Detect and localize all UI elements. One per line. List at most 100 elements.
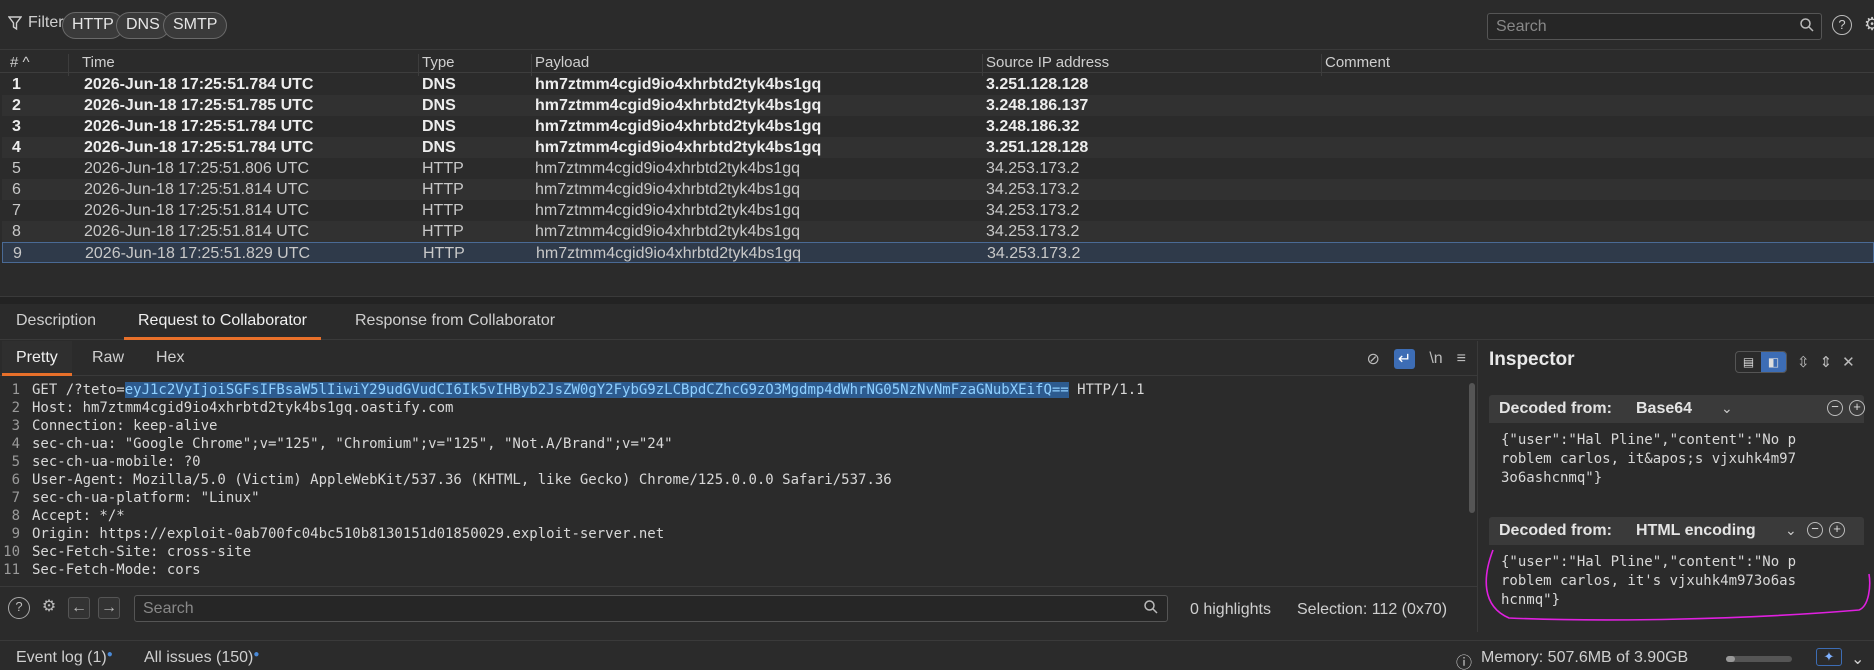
- filter-bar: Filter HTTP DNS SMTP Search ? ⚙: [0, 0, 1874, 50]
- tab-hex[interactable]: Hex: [142, 341, 198, 376]
- tab-response-from-collaborator[interactable]: Response from Collaborator: [341, 304, 569, 340]
- editor-toolbar: ⊘ ↵ \n ≡: [1367, 349, 1466, 369]
- minus-circle-icon[interactable]: −: [1807, 522, 1823, 538]
- col-header-num[interactable]: # ^: [10, 54, 30, 71]
- decoded-label: Decoded from:: [1499, 400, 1612, 417]
- memory-usage: Memory: 507.6MB of 3.90GB: [1481, 649, 1689, 666]
- back-arrow-icon[interactable]: ←: [68, 597, 90, 619]
- layout-side-icon[interactable]: ◧: [1761, 352, 1786, 372]
- col-header-payload[interactable]: Payload: [535, 54, 589, 71]
- magenta-annotation: [1485, 549, 1871, 621]
- tab-description[interactable]: Description: [2, 304, 110, 340]
- event-log-link[interactable]: Event log (1)●: [16, 649, 113, 667]
- decoded-html-header[interactable]: Decoded from: HTML encoding ⌄ − +: [1489, 517, 1864, 545]
- request-line-prefix: GET /?teto=: [32, 382, 125, 398]
- plus-circle-icon[interactable]: +: [1849, 400, 1865, 416]
- col-header-comment[interactable]: Comment: [1325, 54, 1390, 71]
- search-icon: [1144, 600, 1158, 614]
- header-line: Accept: */*: [32, 508, 125, 524]
- decoded-base64-content[interactable]: {"user":"Hal Pline","content":"No p roble…: [1489, 425, 1864, 494]
- header-line: sec-ch-ua-platform: "Linux": [32, 490, 260, 506]
- pane-splitter[interactable]: [0, 296, 1874, 304]
- collapse-icon[interactable]: ⇕: [1820, 353, 1833, 371]
- header-line: sec-ch-ua-mobile: ?0: [32, 454, 201, 470]
- wrap-lines-icon[interactable]: ↵: [1393, 349, 1416, 369]
- filter-icon: [8, 16, 22, 31]
- ai-sparkle-icon[interactable]: ✦: [1816, 648, 1842, 666]
- chevron-down-icon[interactable]: ⌄: [1851, 649, 1864, 669]
- gear-icon[interactable]: ⚙: [38, 597, 60, 619]
- filter-button[interactable]: Filter: [8, 14, 64, 32]
- plus-circle-icon[interactable]: +: [1829, 522, 1845, 538]
- table-row-selected[interactable]: 9 2026-Jun-18 17:25:51.829 UTC HTTP hm7ztmm…: [2, 242, 1874, 263]
- header-line: Connection: keep-alive: [32, 418, 218, 434]
- decoded-encoding: HTML encoding: [1636, 522, 1756, 539]
- editor-view-tabs: Pretty Raw Hex ⊘ ↵ \n ≡: [0, 341, 1478, 376]
- inspector-title: Inspector: [1489, 349, 1575, 370]
- decoded-encoding: Base64: [1636, 400, 1693, 417]
- expand-icon[interactable]: ⇳: [1797, 353, 1810, 371]
- decoded-base64-header[interactable]: Decoded from: Base64 ⌄ − +: [1489, 395, 1865, 423]
- decoded-label: Decoded from:: [1499, 522, 1612, 539]
- table-row[interactable]: 5 2026-Jun-18 17:25:51.806 UTC HTTP hm7ztmm…: [2, 158, 1874, 179]
- chevron-down-icon[interactable]: ⌄: [1721, 400, 1733, 417]
- table-row[interactable]: 3 2026-Jun-18 17:25:51.784 UTC DNS hm7ztmm4…: [2, 116, 1874, 137]
- request-editor: Pretty Raw Hex ⊘ ↵ \n ≡ 1 GET /?teto=eyJ1…: [0, 341, 1478, 632]
- inspector-panel: Inspector ▤ ◧ ⇳ ⇕ ✕ Decoded from: Base64 …: [1479, 341, 1874, 632]
- request-code[interactable]: 1 GET /?teto=eyJ1c2VyIjoiSGFsIFBsaW5lIiwi…: [0, 381, 1468, 581]
- highlights-count: 0 highlights: [1190, 601, 1271, 618]
- col-header-source-ip[interactable]: Source IP address: [986, 54, 1109, 71]
- table-search-input[interactable]: Search: [1487, 13, 1822, 40]
- newline-toggle-icon[interactable]: \n: [1429, 350, 1442, 368]
- filter-pill-http[interactable]: HTTP: [62, 12, 124, 39]
- editor-scrollbar[interactable]: [1468, 381, 1476, 581]
- request-line-suffix: HTTP/1.1: [1068, 382, 1145, 398]
- memory-bar: [1726, 656, 1792, 662]
- search-icon: [1800, 18, 1814, 32]
- detail-tabs: Description Request to Collaborator Resp…: [0, 304, 1874, 340]
- col-header-time[interactable]: Time: [82, 54, 115, 71]
- chevron-down-icon[interactable]: ⌄: [1785, 522, 1797, 539]
- header-line: Sec-Fetch-Mode: cors: [32, 562, 201, 578]
- help-icon[interactable]: ?: [1832, 15, 1852, 35]
- gear-icon[interactable]: ⚙: [1864, 14, 1874, 35]
- table-row[interactable]: 6 2026-Jun-18 17:25:51.814 UTC HTTP hm7ztmm…: [2, 179, 1874, 200]
- status-bar: Event log (1)● All issues (150)● ⓘ Memor…: [0, 640, 1874, 670]
- table-row[interactable]: 7 2026-Jun-18 17:25:51.814 UTC HTTP hm7ztmm…: [2, 200, 1874, 221]
- table-row[interactable]: 1 2026-Jun-18 17:25:51.784 UTC DNS hm7ztmm4…: [2, 74, 1874, 95]
- editor-search-input[interactable]: Search: [134, 595, 1168, 622]
- hide-nonprintable-icon[interactable]: ⊘: [1367, 349, 1380, 369]
- header-line: Sec-Fetch-Site: cross-site: [32, 544, 252, 560]
- info-icon: ⓘ: [1456, 655, 1473, 670]
- menu-icon[interactable]: ≡: [1457, 350, 1466, 368]
- header-line: Origin: https://exploit-0ab700fc04bc510b…: [32, 526, 665, 542]
- minus-circle-icon[interactable]: −: [1827, 400, 1843, 416]
- table-header: # ^ Time Type Payload Source IP address …: [0, 51, 1874, 76]
- search-placeholder: Search: [1496, 18, 1547, 35]
- header-line: Host: hm7ztmm4cgid9io4xhrbtd2tyk4bs1gq.o…: [32, 400, 454, 416]
- col-header-type[interactable]: Type: [422, 54, 455, 71]
- all-issues-link[interactable]: All issues (150)●: [144, 649, 259, 667]
- table-row[interactable]: 4 2026-Jun-18 17:25:51.784 UTC DNS hm7ztmm4…: [2, 137, 1874, 158]
- filter-label: Filter: [28, 14, 64, 31]
- tab-pretty[interactable]: Pretty: [2, 341, 72, 376]
- tab-request-to-collaborator[interactable]: Request to Collaborator: [124, 304, 321, 340]
- filter-pill-dns[interactable]: DNS: [116, 12, 170, 39]
- tab-raw[interactable]: Raw: [78, 341, 138, 376]
- table-row[interactable]: 8 2026-Jun-18 17:25:51.814 UTC HTTP hm7ztmm…: [2, 221, 1874, 242]
- editor-footer: ? ⚙ ← → Search 0 highlights Selection: 1…: [0, 586, 1478, 628]
- forward-arrow-icon[interactable]: →: [98, 597, 120, 619]
- header-line: User-Agent: Mozilla/5.0 (Victim) AppleWe…: [32, 472, 892, 488]
- close-icon[interactable]: ✕: [1842, 353, 1855, 371]
- search-placeholder: Search: [143, 600, 194, 617]
- filter-pill-smtp[interactable]: SMTP: [163, 12, 228, 39]
- sort-asc-icon: ^: [22, 54, 30, 71]
- interactions-table: # ^ Time Type Payload Source IP address …: [0, 51, 1874, 296]
- layout-list-icon[interactable]: ▤: [1736, 352, 1761, 372]
- selection-info: Selection: 112 (0x70): [1297, 601, 1448, 618]
- help-icon[interactable]: ?: [8, 597, 30, 619]
- layout-toggle[interactable]: ▤ ◧: [1735, 351, 1787, 373]
- selected-payload: eyJ1c2VyIjoiSGFsIFBsaW5lIiwiY29udGVudCI6…: [124, 382, 1069, 398]
- inspector-toolbar: ▤ ◧ ⇳ ⇕ ✕: [1735, 351, 1855, 373]
- table-row[interactable]: 2 2026-Jun-18 17:25:51.785 UTC DNS hm7ztmm4…: [2, 95, 1874, 116]
